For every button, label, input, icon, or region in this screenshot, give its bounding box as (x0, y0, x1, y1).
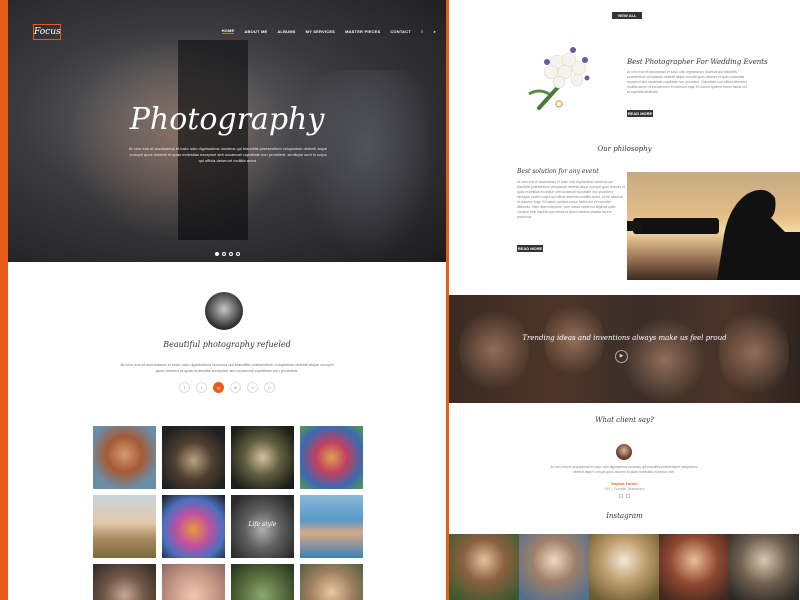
testimonial-title: What client say? (595, 416, 654, 424)
portfolio-item[interactable] (93, 495, 156, 558)
banner-text: Trending ideas and inventions always mak… (522, 334, 727, 342)
instagram-photo[interactable] (659, 534, 729, 600)
instagram-photo[interactable] (589, 534, 659, 600)
pinterest-icon[interactable]: p (264, 382, 275, 393)
slider-dot[interactable] (221, 252, 226, 256)
main-nav: HOME ABOUT ME ALBUMS MY SERVICES MASTER … (221, 28, 436, 34)
nav-item-services[interactable]: MY SERVICES (306, 29, 335, 34)
portfolio-item[interactable] (300, 426, 363, 489)
solution-title: Best solution for any event (517, 168, 599, 175)
view-all-work-button[interactable]: VIEW ALL WORK (612, 12, 642, 25)
testimonial-dot[interactable] (619, 494, 623, 498)
portfolio-item[interactable] (162, 495, 225, 558)
banner-photo-face (459, 305, 529, 395)
testimonial-dot[interactable] (626, 494, 630, 498)
twitter-icon[interactable]: t (196, 382, 207, 393)
inner-page-preview: VIEW ALL WORK Best Photographer For Wedd… (449, 0, 800, 600)
home-page-preview: Focus HOME ABOUT ME ALBUMS MY SERVICES M… (8, 0, 446, 600)
hero-title: Photography (129, 102, 325, 137)
linkedin-icon[interactable]: in (230, 382, 241, 393)
wedding-bouquet-image (528, 47, 590, 110)
nav-item-contact[interactable]: CONTACT (390, 29, 411, 34)
about-title: Beautiful photography refueled (163, 340, 291, 349)
google-plus-icon[interactable]: g (213, 382, 224, 393)
philosophy-title: Our philosophy (597, 145, 652, 153)
photographer-silhouette-image (627, 172, 800, 280)
testimonial-quote: At vero eos et accusamus et iusto odio d… (550, 465, 698, 474)
solution-text: At vero eos et accusamus et iusto odio d… (517, 180, 625, 219)
hero-photo-person (298, 70, 438, 260)
wedding-text: At vero eos et accusamus et iusto odio d… (627, 70, 747, 94)
client-role: CEO, Founder, Brainstorm (604, 487, 645, 491)
slider-dots (8, 252, 446, 256)
vimeo-icon[interactable]: v (247, 382, 258, 393)
testimonial-dots (449, 494, 800, 498)
slider-dot[interactable] (214, 252, 219, 256)
portfolio-item[interactable] (93, 426, 156, 489)
nav-item-albums[interactable]: ALBUMS (277, 29, 295, 34)
client-avatar (616, 444, 632, 460)
slider-dot[interactable] (235, 252, 240, 256)
instagram-photo[interactable] (519, 534, 589, 600)
banner-photo-face (719, 305, 789, 400)
nav-item-home[interactable]: HOME (221, 28, 235, 34)
video-banner (449, 295, 800, 403)
portfolio-item[interactable] (162, 564, 225, 600)
menu-icon[interactable]: ≡ (421, 29, 424, 34)
nav-item-about[interactable]: ABOUT ME (244, 29, 267, 34)
facebook-icon[interactable]: f (179, 382, 190, 393)
photographer-avatar (205, 292, 243, 330)
portfolio-item[interactable] (162, 426, 225, 489)
about-text: At vero eos et accusamus et iusto odio d… (120, 362, 334, 373)
banner-photo-face (624, 315, 704, 403)
wedding-read-more-button[interactable]: READ MORE (627, 110, 653, 117)
instagram-photo[interactable] (449, 534, 519, 600)
portfolio-item[interactable]: Life style (231, 495, 294, 558)
portfolio-item[interactable] (231, 564, 294, 600)
slider-dot[interactable] (228, 252, 233, 256)
instagram-photo[interactable] (729, 534, 799, 600)
nav-item-master-pieces[interactable]: MASTER PIECES (345, 29, 380, 34)
portfolio-item[interactable] (300, 564, 363, 600)
hero-slider: Focus HOME ABOUT ME ALBUMS MY SERVICES M… (8, 0, 446, 262)
portfolio-item[interactable] (300, 495, 363, 558)
social-links: f t g in v p (8, 382, 446, 393)
play-icon[interactable]: ▶ (615, 350, 628, 363)
instagram-title: Instagram (606, 512, 643, 520)
portfolio-item[interactable] (231, 426, 294, 489)
instagram-feed (449, 534, 799, 600)
hero-text: At vero eos et accusamus et iusto odio d… (128, 146, 328, 163)
search-icon[interactable]: ⌕ (434, 29, 436, 34)
portfolio-item[interactable] (93, 564, 156, 600)
site-logo[interactable]: Focus (33, 24, 61, 40)
wedding-title: Best Photographer For Wedding Events (627, 58, 768, 66)
solution-read-more-button[interactable]: READ MORE (517, 245, 543, 252)
portfolio-caption: Life style (248, 521, 277, 528)
portfolio-grid: Life style (93, 426, 363, 600)
hero-photo-camera (178, 40, 248, 240)
client-name: Sophia Turner (611, 481, 638, 486)
